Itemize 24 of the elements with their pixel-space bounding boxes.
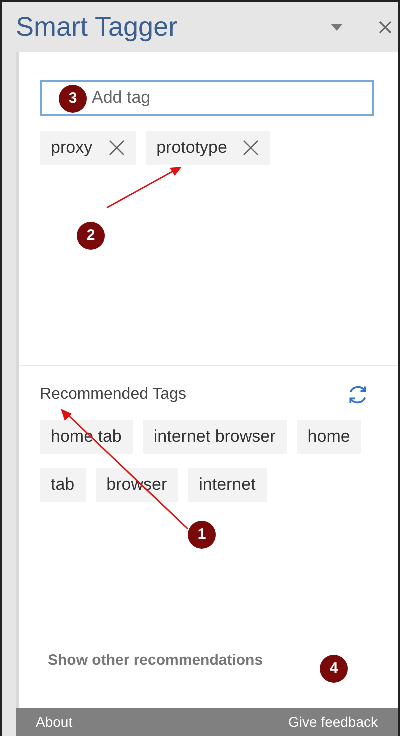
window-title: Smart Tagger [16, 10, 179, 44]
about-link[interactable]: About [36, 712, 73, 732]
dropdown-icon[interactable] [331, 24, 343, 30]
close-icon[interactable] [379, 20, 392, 34]
tag-chip[interactable]: internet browser [142, 420, 287, 454]
section-heading: Recommended Tags [40, 385, 186, 405]
tag-label: internet browser [154, 426, 276, 448]
tag-label: home [308, 426, 350, 448]
tag-chip[interactable]: home [296, 420, 362, 454]
tag-label: prototype [156, 137, 228, 160]
tag-label: tab [51, 474, 75, 496]
tag-label: proxy [51, 137, 93, 160]
close-icon[interactable] [108, 140, 125, 156]
close-icon[interactable] [243, 140, 260, 156]
refresh-icon[interactable] [347, 384, 369, 406]
tag-chip[interactable]: proxy [40, 131, 136, 165]
tag-chip[interactable]: home tab [40, 420, 133, 454]
feedback-link[interactable]: Give feedback [288, 712, 378, 732]
tag-chip[interactable]: internet [188, 468, 267, 502]
show-more-link[interactable]: Show other recommendations [48, 650, 264, 672]
tag-label: internet [199, 474, 256, 496]
tag-chip[interactable]: tab [40, 468, 86, 502]
tag-chip[interactable]: prototype [146, 131, 270, 165]
tag-label: home tab [51, 426, 122, 448]
